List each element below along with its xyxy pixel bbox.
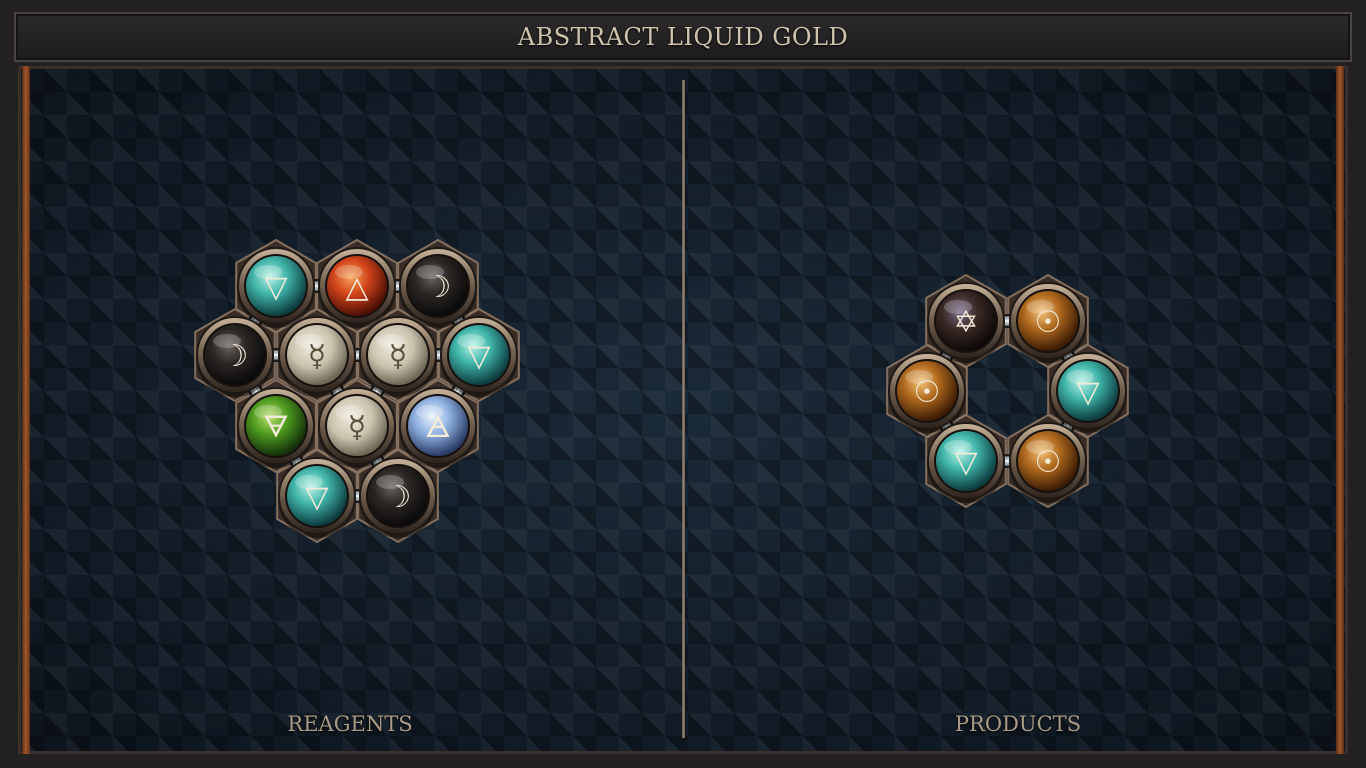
quicksilver-symbol-icon: ☿	[389, 339, 407, 374]
gold-symbol-icon: ☉	[1035, 445, 1062, 480]
gold-symbol-icon: ☉	[914, 375, 941, 410]
reagents-label: REAGENTS	[287, 712, 413, 736]
silver-symbol-icon: ☽	[222, 339, 249, 374]
salt-symbol-icon: ✡	[953, 305, 978, 340]
reagent-atom-air[interactable]: 🜁	[399, 387, 477, 468]
reagent-molecule: ▽ △ ☽ ☽ ☿ ☿ ▽ 🜃 ☿ 🜁 ▽ ☽	[194, 238, 520, 544]
reagent-atom-silver[interactable]: ☽	[196, 316, 274, 397]
reagent-atom-silver[interactable]: ☽	[399, 247, 477, 328]
water-symbol-icon: ▽	[467, 339, 490, 374]
water-symbol-icon: ▽	[1076, 375, 1099, 410]
product-molecule: ✡ ☉ ▽ ☉ ▽ ☉	[886, 273, 1129, 509]
reagent-atom-water[interactable]: ▽	[440, 316, 518, 397]
product-atom-gold[interactable]: ☉	[1009, 422, 1087, 503]
reagent-atom-silver[interactable]: ☽	[359, 457, 437, 538]
reagent-atom-earth[interactable]: 🜃	[237, 387, 315, 468]
reagent-atom-water[interactable]: ▽	[237, 247, 315, 328]
silver-symbol-icon: ☽	[425, 270, 452, 305]
products-label: PRODUCTS	[954, 712, 1082, 736]
reagent-atom-water[interactable]: ▽	[278, 457, 356, 538]
earth-symbol-icon: 🜃	[263, 410, 289, 445]
quicksilver-symbol-icon: ☿	[308, 339, 326, 374]
gold-symbol-icon: ☉	[1035, 305, 1062, 340]
air-symbol-icon: 🜁	[425, 410, 451, 445]
fire-symbol-icon: △	[345, 270, 368, 305]
frame-bottom	[0, 754, 1366, 768]
product-atom-water[interactable]: ▽	[927, 422, 1005, 503]
water-symbol-icon: ▽	[305, 480, 328, 515]
product-atom-gold[interactable]: ☉	[888, 352, 966, 433]
water-symbol-icon: ▽	[264, 270, 287, 305]
reagent-atom-quicksilver[interactable]: ☿	[278, 316, 356, 397]
product-atom-water[interactable]: ▽	[1049, 352, 1127, 433]
product-atom-gold[interactable]: ☉	[1009, 282, 1087, 363]
reagent-atom-quicksilver[interactable]: ☿	[318, 387, 396, 468]
product-atom-salt[interactable]: ✡	[927, 282, 1005, 363]
silver-symbol-icon: ☽	[385, 480, 412, 515]
quicksilver-symbol-icon: ☿	[348, 410, 366, 445]
molecule-canvas: ▽ △ ☽ ☽ ☿ ☿ ▽ 🜃 ☿ 🜁 ▽ ☽ ✡ ☉ ▽ ☉ ▽ ☉	[194, 238, 1129, 544]
reagent-atom-quicksilver[interactable]: ☿	[359, 316, 437, 397]
reagent-atom-fire[interactable]: △	[318, 247, 396, 328]
water-symbol-icon: ▽	[954, 445, 977, 480]
